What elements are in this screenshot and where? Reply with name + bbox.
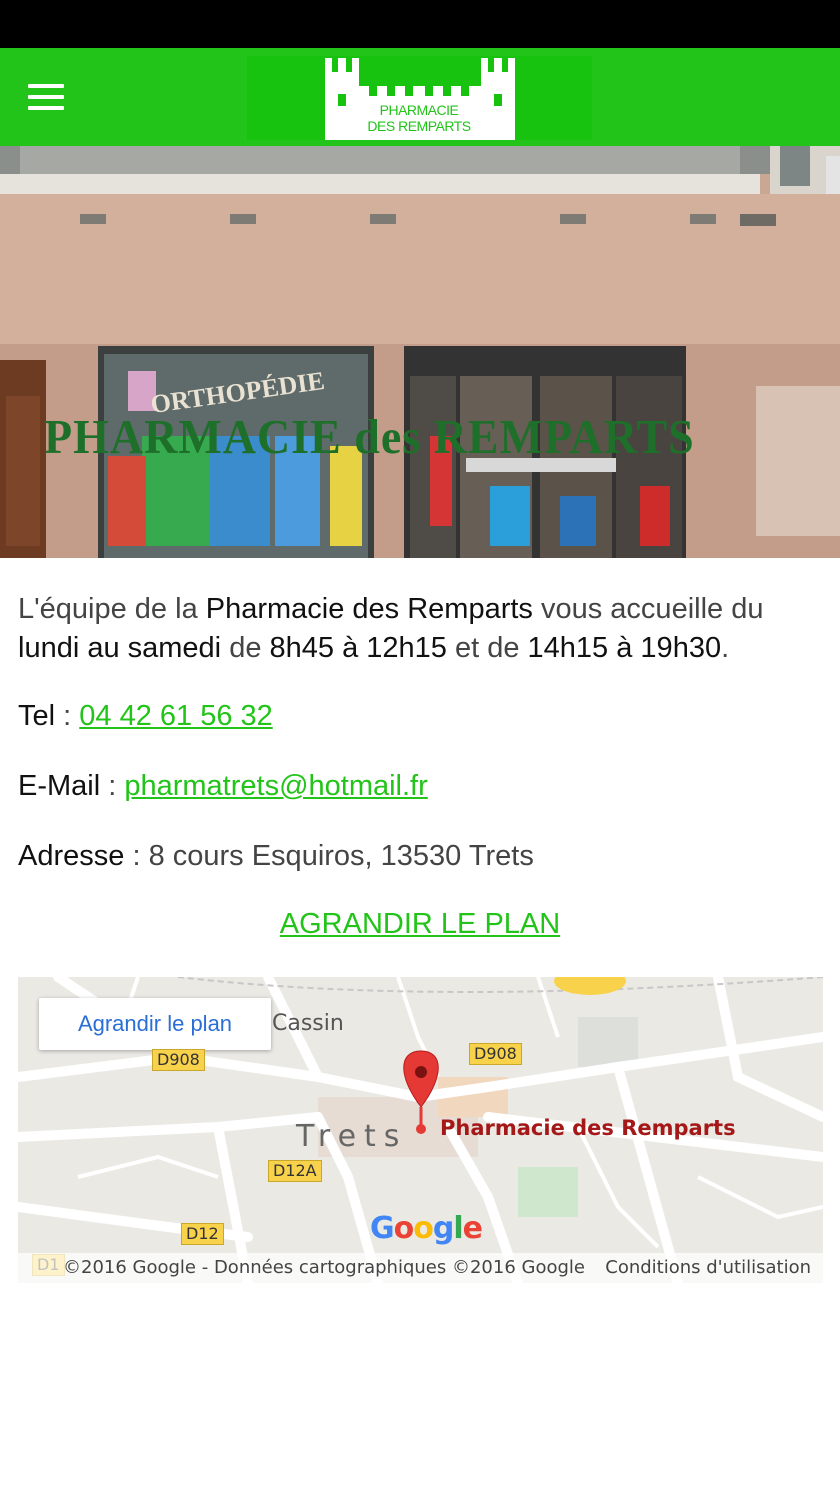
logo-line-2: DES REMPARTS xyxy=(367,118,471,134)
map-terms-link[interactable]: Conditions d'utilisation xyxy=(605,1253,811,1283)
logo-line-1: PHARMACIE xyxy=(379,102,459,118)
embedded-map[interactable]: Agrandir le plan Cassin Trets D908 D908 … xyxy=(18,977,823,1283)
storefront-photo: PHARMACIE des REMPARTS ORTHOPÉDIE xyxy=(0,146,840,558)
separator: : xyxy=(55,700,80,732)
map-road-label: D12 xyxy=(181,1223,224,1245)
app-header: PHARMACIE DES REMPARTS xyxy=(0,48,840,146)
map-footer: ©2016 Google - Données cartographiques ©… xyxy=(18,1253,823,1283)
logo-text: PHARMACIE DES REMPARTS xyxy=(339,102,499,134)
map-place-trets: Trets xyxy=(296,1119,408,1154)
pharmacy-logo[interactable]: PHARMACIE DES REMPARTS xyxy=(247,56,592,140)
storefront-illustration xyxy=(0,146,840,558)
open-days: lundi au samedi xyxy=(18,632,222,664)
enlarge-plan-link[interactable]: AGRANDIR LE PLAN xyxy=(280,908,560,940)
phone-label: Tel xyxy=(18,700,56,732)
morning-hours: 8h45 à 12h15 xyxy=(269,632,447,664)
map-road-label: D12A xyxy=(268,1160,322,1182)
map-copyright: ©2016 Google - Données cartographiques ©… xyxy=(63,1257,585,1278)
map-road-label: D908 xyxy=(152,1049,205,1071)
address-label: Adresse xyxy=(18,840,125,872)
hours-text: . xyxy=(721,632,730,664)
storefront-sign: PHARMACIE des REMPARTS xyxy=(44,409,695,464)
email-row: E-Mail : pharmatrets@hotmail.fr xyxy=(18,770,428,803)
status-bar xyxy=(0,0,840,48)
google-logo: Google xyxy=(370,1211,483,1246)
separator: : xyxy=(100,770,125,802)
phone-row: Tel : 04 42 61 56 32 xyxy=(18,700,273,733)
pharmacy-name: Pharmacie des Remparts xyxy=(205,593,533,625)
hours-text: et de xyxy=(446,632,528,664)
separator: : xyxy=(124,840,149,872)
email-link[interactable]: pharmatrets@hotmail.fr xyxy=(124,770,427,802)
hours-text: L'équipe de la xyxy=(18,593,206,625)
afternoon-hours: 14h15 à 19h30 xyxy=(527,632,722,664)
email-label: E-Mail xyxy=(18,770,101,802)
map-marker-label: Pharmacie des Remparts xyxy=(440,1116,736,1140)
info-text: L'équipe de la Pharmacie des Remparts vo… xyxy=(18,590,822,668)
hamburger-menu-icon[interactable] xyxy=(22,74,70,120)
map-road-label: D908 xyxy=(469,1043,522,1065)
address-row: Adresse : 8 cours Esquiros, 13530 Trets xyxy=(18,840,534,873)
address-value: 8 cours Esquiros, 13530 Trets xyxy=(148,840,534,872)
hours-text: vous accueille du xyxy=(532,593,764,625)
enlarge-plan-row: AGRANDIR LE PLAN xyxy=(0,908,840,941)
map-enlarge-button[interactable]: Agrandir le plan xyxy=(39,998,271,1050)
map-place-cassin: Cassin xyxy=(272,1011,344,1036)
phone-link[interactable]: 04 42 61 56 32 xyxy=(79,700,273,732)
opening-hours: L'équipe de la Pharmacie des Remparts vo… xyxy=(18,590,822,668)
hours-text: de xyxy=(221,632,270,664)
